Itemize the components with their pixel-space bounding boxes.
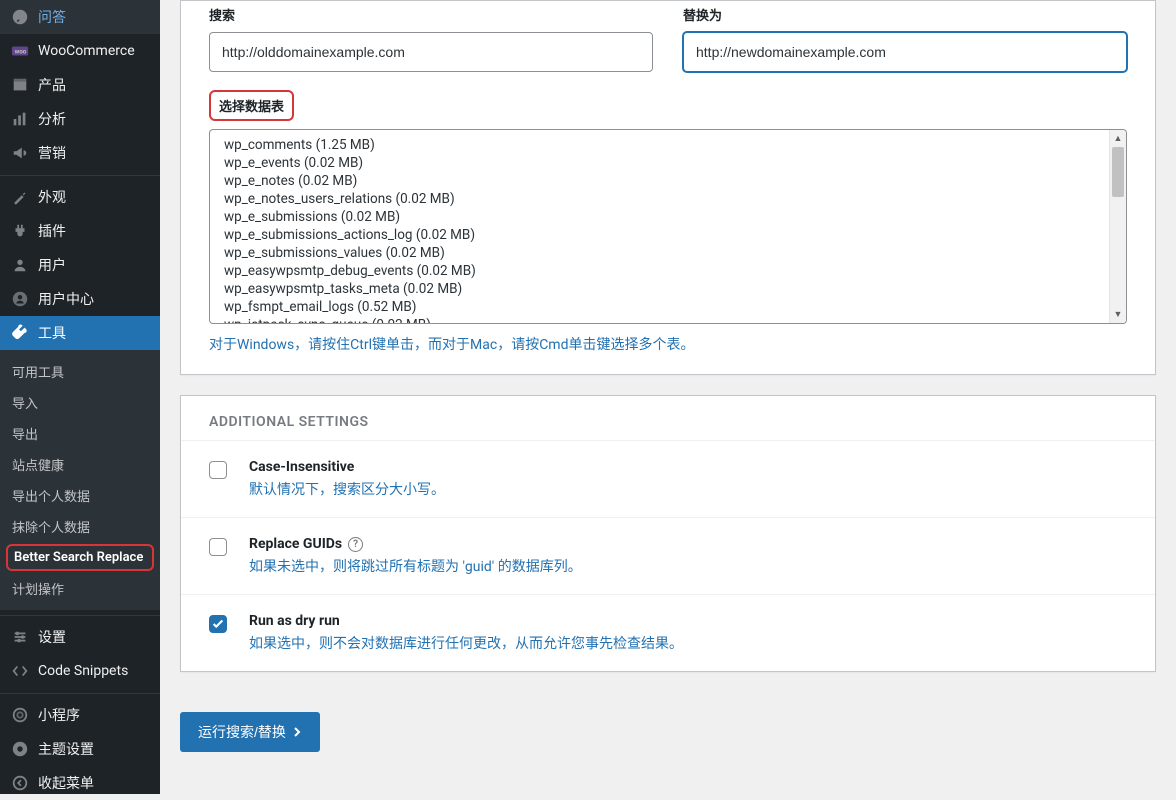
search-input[interactable] xyxy=(209,32,653,72)
sidebar-item[interactable]: 用户 xyxy=(0,248,160,282)
collapse-icon xyxy=(10,773,30,793)
select-tables-label: 选择数据表 xyxy=(209,90,294,121)
table-option[interactable]: wp_e_submissions (0.02 MB) xyxy=(224,208,1126,226)
sidebar-item-label: 插件 xyxy=(38,221,152,241)
run-button-label: 运行搜索/替换 xyxy=(198,722,286,742)
table-option[interactable]: wp_e_submissions_actions_log (0.02 MB) xyxy=(224,226,1126,244)
sidebar-item[interactable]: woo WooCommerce xyxy=(0,34,160,68)
additional-settings-title: ADDITIONAL SETTINGS xyxy=(181,396,1155,440)
wp-admin-sidebar: 问答 woo WooCommerce 产品分析营销 外观插件用户用户中心 工具 可用工… xyxy=(0,0,160,794)
sidebar-subitem[interactable]: Better Search Replace xyxy=(6,544,154,571)
sidebar-item-label: 设置 xyxy=(38,627,152,647)
sidebar-item-label: 问答 xyxy=(38,7,152,27)
sidebar-item-label: 营销 xyxy=(38,143,152,163)
scroll-up-icon[interactable]: ▲ xyxy=(1110,130,1126,147)
checkbox[interactable] xyxy=(209,538,227,556)
products-icon xyxy=(10,75,30,95)
sidebar-subitem[interactable]: 导出 xyxy=(0,418,160,449)
sidebar-item-label: 外观 xyxy=(38,187,152,207)
sidebar-subitem[interactable]: 导出个人数据 xyxy=(0,480,160,511)
sidebar-item[interactable]: 营销 xyxy=(0,136,160,170)
sidebar-item-label: 小程序 xyxy=(38,705,152,725)
sidebar-item[interactable]: 问答 xyxy=(0,0,160,34)
setting-title: Run as dry run xyxy=(249,613,683,629)
settings-icon xyxy=(10,627,30,647)
table-option[interactable]: wp_e_events (0.02 MB) xyxy=(224,154,1126,172)
table-option[interactable]: wp_comments (1.25 MB) xyxy=(224,136,1126,154)
sidebar-item[interactable]: 收起菜单 xyxy=(0,766,160,800)
usercenter-icon xyxy=(10,289,30,309)
sidebar-item-label: 收起菜单 xyxy=(38,773,152,793)
sidebar-item-label: 用户 xyxy=(38,255,152,275)
replace-label: 替换为 xyxy=(683,5,1127,24)
tools-label: 工具 xyxy=(38,323,152,343)
setting-row: Case-Insensitive 默认情况下，搜索区分大小写。 xyxy=(181,440,1155,517)
sidebar-subitem[interactable]: 导入 xyxy=(0,387,160,418)
theme-icon xyxy=(10,739,30,759)
run-search-replace-button[interactable]: 运行搜索/替换 xyxy=(180,712,320,752)
table-option[interactable]: wp_e_notes (0.02 MB) xyxy=(224,172,1126,190)
tools-submenu: 可用工具导入导出站点健康导出个人数据抹除个人数据Better Search Re… xyxy=(0,350,160,610)
setting-desc: 如果选中，则不会对数据库进行任何更改，从而允许您事先检查结果。 xyxy=(249,633,683,653)
sidebar-subitem[interactable]: 站点健康 xyxy=(0,449,160,480)
sidebar-item-label: 用户中心 xyxy=(38,289,152,309)
marketing-icon xyxy=(10,143,30,163)
sidebar-item-label: WooCommerce xyxy=(38,43,152,59)
plugins-icon xyxy=(10,221,30,241)
help-icon[interactable]: ? xyxy=(348,537,363,552)
analytics-icon xyxy=(10,109,30,129)
setting-title: Case-Insensitive xyxy=(249,459,445,475)
sidebar-subitem[interactable]: 可用工具 xyxy=(0,356,160,387)
sidebar-item[interactable]: 外观 xyxy=(0,180,160,214)
sidebar-item-label: Code Snippets xyxy=(38,663,152,679)
additional-settings-panel: ADDITIONAL SETTINGS Case-Insensitive 默认情… xyxy=(180,395,1156,672)
users-icon xyxy=(10,255,30,275)
setting-title: Replace GUIDs ? xyxy=(249,536,582,552)
svg-text:woo: woo xyxy=(15,48,27,56)
sidebar-item-label: 分析 xyxy=(38,109,152,129)
scroll-thumb[interactable] xyxy=(1112,147,1124,197)
table-option[interactable]: wp_e_notes_users_relations (0.02 MB) xyxy=(224,190,1126,208)
woocommerce-icon: woo xyxy=(10,41,30,61)
table-option[interactable]: wp_easywpsmtp_tasks_meta (0.02 MB) xyxy=(224,280,1126,298)
sidebar-subitem[interactable]: 抹除个人数据 xyxy=(0,511,160,542)
sidebar-item[interactable]: 产品 xyxy=(0,68,160,102)
sidebar-item[interactable]: 用户中心 xyxy=(0,282,160,316)
table-option[interactable]: wp_easywpsmtp_debug_events (0.02 MB) xyxy=(224,262,1126,280)
setting-desc: 默认情况下，搜索区分大小写。 xyxy=(249,479,445,499)
setting-desc: 如果未选中，则将跳过所有标题为 'guid' 的数据库列。 xyxy=(249,556,582,576)
scroll-down-icon[interactable]: ▼ xyxy=(1110,306,1126,323)
setting-row: Run as dry run 如果选中，则不会对数据库进行任何更改，从而允许您事… xyxy=(181,594,1155,671)
sidebar-item-label: 主题设置 xyxy=(38,739,152,759)
chevron-right-icon xyxy=(292,727,302,737)
sidebar-item[interactable]: Code Snippets xyxy=(0,654,160,688)
miniapp-icon xyxy=(10,705,30,725)
checkbox[interactable] xyxy=(209,461,227,479)
tables-help-text[interactable]: 对于Windows，请按住Ctrl键单击，而对于Mac，请按Cmd单击键选择多个… xyxy=(209,334,1127,354)
sidebar-item[interactable]: 小程序 xyxy=(0,698,160,732)
checkbox[interactable] xyxy=(209,615,227,633)
search-label: 搜索 xyxy=(209,5,653,24)
appearance-icon xyxy=(10,187,30,207)
sidebar-item[interactable]: 插件 xyxy=(0,214,160,248)
sidebar-item[interactable]: 设置 xyxy=(0,620,160,654)
replace-input[interactable] xyxy=(683,32,1127,72)
sidebar-item[interactable]: 主题设置 xyxy=(0,732,160,766)
sidebar-item[interactable]: 分析 xyxy=(0,102,160,136)
chat-icon xyxy=(10,7,30,27)
tools-icon xyxy=(10,323,30,343)
setting-row: Replace GUIDs ? 如果未选中，则将跳过所有标题为 'guid' 的数… xyxy=(181,517,1155,594)
table-option[interactable]: wp_jetpack_sync_queue (0.02 MB) xyxy=(224,316,1126,324)
search-replace-panel: 搜索 替换为 选择数据表 wp_comments (1.25 MB)wp_e_e… xyxy=(180,0,1156,375)
sidebar-item-tools[interactable]: 工具 xyxy=(0,316,160,350)
listbox-scrollbar[interactable]: ▲ ▼ xyxy=(1109,130,1126,323)
tables-listbox[interactable]: wp_comments (1.25 MB)wp_e_events (0.02 M… xyxy=(209,129,1127,324)
snippets-icon xyxy=(10,661,30,681)
sidebar-item-label: 产品 xyxy=(38,75,152,95)
main-content: 搜索 替换为 选择数据表 wp_comments (1.25 MB)wp_e_e… xyxy=(160,0,1176,794)
table-option[interactable]: wp_e_submissions_values (0.02 MB) xyxy=(224,244,1126,262)
sidebar-subitem[interactable]: 计划操作 xyxy=(0,573,160,604)
table-option[interactable]: wp_fsmpt_email_logs (0.52 MB) xyxy=(224,298,1126,316)
